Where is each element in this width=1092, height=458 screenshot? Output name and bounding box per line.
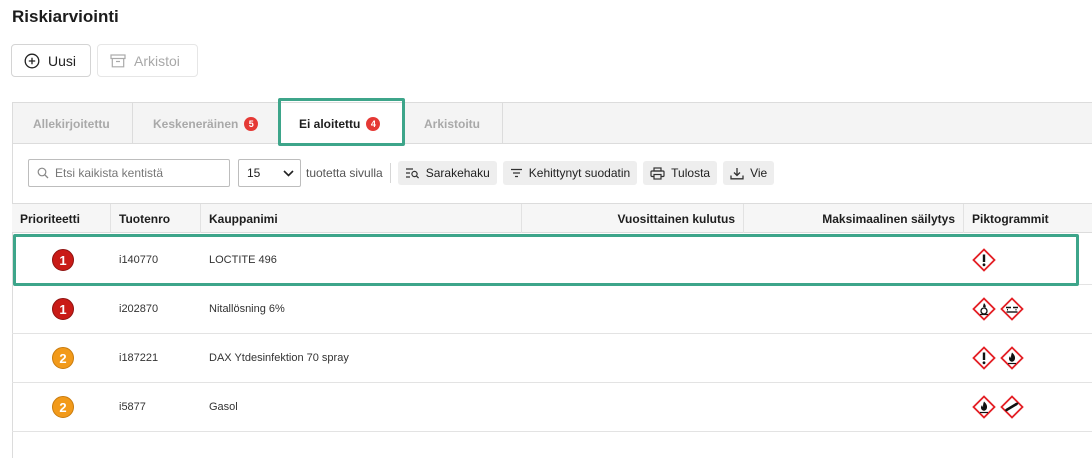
header-product-no[interactable]: Tuotenro	[111, 204, 201, 233]
chevron-down-icon	[283, 169, 294, 177]
tab-archived[interactable]: Arkistoitu	[404, 103, 503, 144]
trade-name-cell: LOCTITE 496	[209, 254, 277, 266]
product-no-cell: i5877	[119, 401, 146, 413]
page-title: Riskiarviointi	[12, 7, 119, 26]
exclamation-mark-icon	[972, 248, 996, 272]
oxidizer-flame-icon	[972, 297, 996, 321]
table-row[interactable]: 1 i140770 LOCTITE 496	[12, 236, 1092, 285]
priority-badge: 1	[52, 298, 74, 320]
header-max-storage-label: Maksimaalinen säilytys	[822, 211, 955, 226]
header-trade-name[interactable]: Kauppanimi	[201, 204, 522, 233]
header-priority[interactable]: Prioriteetti	[12, 204, 111, 233]
header-max-storage[interactable]: Maksimaalinen säilytys	[744, 204, 964, 233]
column-search-button[interactable]: Sarakehaku	[397, 161, 497, 185]
export-button[interactable]: Vie	[723, 161, 775, 185]
header-annual-usage-label: Vuosittainen kulutus	[617, 211, 735, 226]
plus-circle-icon	[24, 53, 40, 68]
tab-in-progress-label: Keskeneräinen	[153, 116, 239, 131]
table-row[interactable]: 1 i202870 Nitallösning 6%	[12, 285, 1092, 334]
gas-cylinder-icon	[1000, 395, 1024, 419]
in-progress-count-badge: 5	[244, 116, 258, 131]
toolbar-divider	[389, 163, 391, 183]
header-pictograms[interactable]: Piktogrammit	[964, 204, 1092, 233]
column-search-icon	[405, 168, 419, 179]
header-trade-name-label: Kauppanimi	[209, 211, 278, 226]
table-row[interactable]: 2 i5877 Gasol	[12, 383, 1092, 432]
per-page-value: 15	[247, 166, 261, 180]
priority-cell: 2	[52, 383, 74, 431]
export-label: Vie	[750, 166, 768, 180]
table-toolbar: 15 tuotetta sivulla Sarakehaku Kehittyny…	[28, 159, 780, 187]
table-row[interactable]: 2 i187221 DAX Ytdesinfektion 70 spray	[12, 334, 1092, 383]
tab-in-progress[interactable]: Keskeneräinen 5	[133, 103, 279, 144]
pictogram-cell	[972, 236, 996, 284]
priority-badge: 2	[52, 396, 74, 418]
flame-icon	[972, 395, 996, 419]
header-annual-usage[interactable]: Vuosittainen kulutus	[522, 204, 744, 233]
tab-not-started[interactable]: Ei aloitettu 4	[279, 103, 404, 145]
product-no-cell: i140770	[119, 254, 159, 266]
trade-name-cell: DAX Ytdesinfektion 70 spray	[209, 352, 349, 364]
download-icon	[730, 167, 744, 179]
header-priority-label: Prioriteetti	[20, 211, 81, 226]
trade-name-cell: Gasol	[209, 401, 238, 413]
trade-name-cell: Nitallösning 6%	[209, 303, 285, 315]
search-input[interactable]	[55, 166, 225, 180]
priority-badge: 2	[52, 347, 74, 369]
print-button[interactable]: Tulosta	[643, 161, 718, 185]
column-search-label: Sarakehaku	[425, 166, 490, 180]
print-label: Tulosta	[671, 166, 711, 180]
priority-cell: 2	[52, 334, 74, 382]
product-no-cell: i187221	[119, 352, 159, 364]
top-actions: Uusi Arkistoi	[11, 44, 198, 77]
archive-button-label: Arkistoi	[134, 52, 180, 69]
product-no-cell: i202870	[119, 303, 159, 315]
tab-not-started-label: Ei aloitettu	[299, 117, 361, 131]
priority-cell: 1	[52, 236, 74, 284]
new-button-label: Uusi	[48, 52, 77, 69]
archive-box-icon	[110, 53, 126, 67]
pictogram-cell	[972, 383, 1024, 431]
search-icon	[37, 167, 49, 179]
per-page-select[interactable]: 15	[238, 159, 301, 187]
printer-icon	[650, 166, 665, 180]
pictogram-cell	[972, 285, 1024, 333]
tab-signed-label: Allekirjoitettu	[33, 116, 110, 131]
per-page-label: tuotetta sivulla	[306, 166, 383, 180]
exclamation-mark-icon	[972, 346, 996, 370]
table-header: Prioriteetti Tuotenro Kauppanimi Vuositt…	[12, 203, 1092, 233]
filter-icon	[510, 168, 522, 178]
tab-signed[interactable]: Allekirjoitettu	[13, 103, 133, 144]
priority-cell: 1	[52, 285, 74, 333]
new-button[interactable]: Uusi	[11, 44, 91, 77]
priority-badge: 1	[52, 249, 74, 271]
advanced-filter-button[interactable]: Kehittynyt suodatin	[502, 161, 638, 185]
advanced-filter-label: Kehittynyt suodatin	[528, 166, 631, 180]
flame-icon	[1000, 346, 1024, 370]
pictogram-cell	[972, 334, 1024, 382]
not-started-count-badge: 4	[366, 117, 381, 131]
search-box	[28, 159, 230, 187]
archive-button[interactable]: Arkistoi	[97, 44, 198, 77]
corrosion-icon	[1000, 297, 1024, 321]
header-product-no-label: Tuotenro	[119, 211, 171, 226]
tab-bar: Allekirjoitettu Keskeneräinen 5 Ei aloit…	[13, 103, 1092, 145]
tab-archived-label: Arkistoitu	[424, 116, 481, 131]
header-pictograms-label: Piktogrammit	[972, 211, 1049, 226]
